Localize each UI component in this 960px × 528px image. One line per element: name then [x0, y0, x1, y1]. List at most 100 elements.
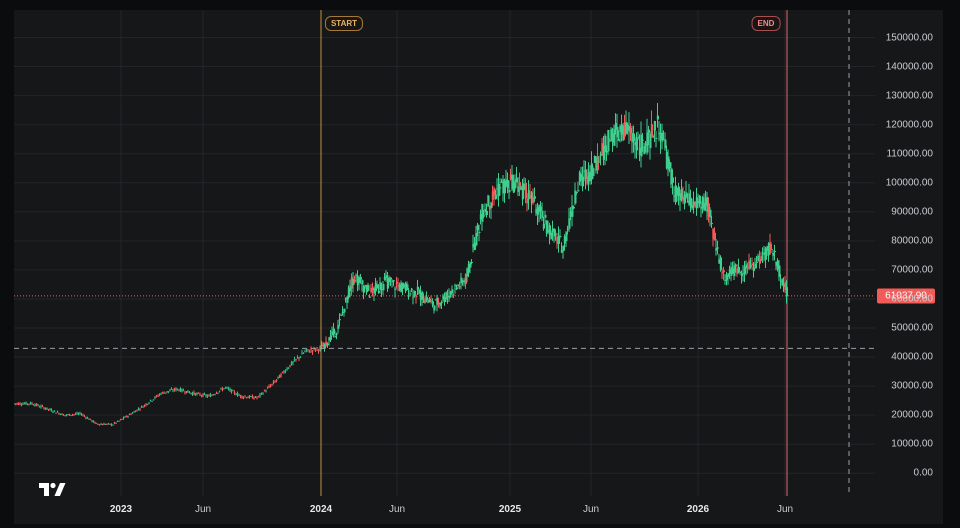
candle-body: [175, 388, 177, 391]
price-tick-label: 40000.00: [891, 351, 933, 363]
candle-body: [151, 401, 153, 403]
tradingview-logo[interactable]: [38, 480, 66, 496]
candle-body: [44, 408, 47, 410]
candle-body: [238, 394, 240, 396]
candle-body: [314, 349, 317, 351]
candle-body: [301, 352, 303, 355]
candle-body: [368, 296, 371, 298]
candle-body: [410, 288, 413, 290]
end-marker-label[interactable]: END: [751, 16, 781, 31]
candle-body: [499, 187, 502, 189]
candle-body: [559, 235, 562, 237]
candle-body: [110, 423, 113, 426]
candle-body: [577, 190, 580, 192]
candle-body: [409, 293, 412, 295]
candle-body: [235, 394, 237, 396]
candle-body: [241, 395, 243, 398]
candle-body: [28, 403, 30, 405]
candle-body: [266, 387, 269, 389]
candle-body: [184, 392, 186, 394]
candle-body: [199, 394, 201, 396]
candle-body: [38, 406, 41, 408]
candle-body: [286, 368, 288, 370]
candle-body: [293, 359, 296, 362]
candle-body: [104, 424, 107, 426]
price-tick-label: 20000.00: [891, 409, 933, 421]
candle-body: [139, 409, 141, 411]
candle-body: [302, 352, 305, 354]
candle-body: [56, 411, 59, 413]
candle-body: [113, 422, 116, 424]
candle-body: [470, 261, 473, 263]
candle-body: [280, 373, 282, 377]
candle-body: [185, 391, 188, 394]
candle-body: [452, 294, 455, 296]
candle-body: [142, 406, 144, 408]
price-tick-label: 150000.00: [885, 32, 933, 43]
candle-body: [641, 139, 644, 141]
candle-body: [256, 397, 258, 399]
candle-body: [160, 393, 162, 395]
time-axis[interactable]: 2023 Jun 2024 Jun 2025 Jun 2026 Jun: [14, 496, 875, 524]
candle-body: [161, 392, 164, 394]
candle-body: [91, 420, 93, 422]
candle-body: [170, 389, 173, 391]
candle-body: [755, 261, 758, 263]
candle-body: [157, 395, 159, 397]
candle-body: [64, 415, 66, 417]
price-tick-label: 120000.00: [885, 119, 933, 131]
candle-body: [260, 392, 263, 394]
price-tick-label: 10000.00: [891, 438, 933, 450]
candle-body: [211, 394, 213, 396]
candle-body: [79, 412, 81, 414]
candle-body: [35, 403, 38, 406]
candle-body: [191, 392, 194, 395]
candle-body: [68, 413, 71, 416]
candle-body: [655, 138, 658, 140]
candle-body: [61, 413, 63, 416]
candle-body: [37, 404, 39, 406]
price-plot[interactable]: [14, 10, 875, 496]
candle-body: [140, 406, 143, 408]
candle-body: [533, 196, 536, 199]
candle-body: [62, 414, 65, 416]
candle-body: [145, 404, 147, 406]
candle-body: [317, 349, 320, 352]
candle-body: [22, 403, 24, 405]
candle-body: [116, 420, 119, 422]
candle-body: [544, 214, 547, 218]
candle-body: [307, 349, 309, 351]
candle-body: [92, 420, 95, 423]
candle-body: [229, 388, 231, 391]
candle-body: [95, 422, 98, 424]
candle-body: [146, 403, 149, 405]
candle-body: [82, 414, 84, 416]
candle-body: [298, 357, 300, 359]
start-marker-label[interactable]: START: [324, 16, 364, 31]
candle-body: [128, 414, 131, 416]
candle-body: [20, 404, 23, 406]
time-tick-label: Jun: [776, 504, 794, 515]
time-tick-label: Jun: [388, 504, 406, 515]
candle-body: [49, 408, 51, 410]
candle-body: [236, 393, 239, 396]
candle-body: [76, 412, 78, 415]
candle-body: [233, 391, 236, 394]
candle-body: [206, 395, 209, 397]
candle-body: [265, 390, 267, 392]
price-tick-label: 130000.00: [885, 90, 933, 102]
candle-body: [508, 189, 511, 193]
candle-body: [67, 414, 69, 416]
price-axis[interactable]: 61037.90 150000.00 140000.00 130000.00 1200…: [875, 10, 943, 496]
chart-pane[interactable]: START END: [14, 10, 875, 496]
candle-body: [254, 396, 257, 398]
candle-body: [167, 391, 170, 393]
candle-body: [268, 386, 270, 388]
candle-body: [433, 305, 436, 311]
candle-body: [23, 403, 26, 405]
candle-body: [166, 391, 168, 393]
candle-body: [295, 359, 297, 361]
candle-body: [55, 412, 57, 414]
price-tick-label: 50000.00: [891, 322, 933, 334]
candle-body: [74, 413, 77, 415]
